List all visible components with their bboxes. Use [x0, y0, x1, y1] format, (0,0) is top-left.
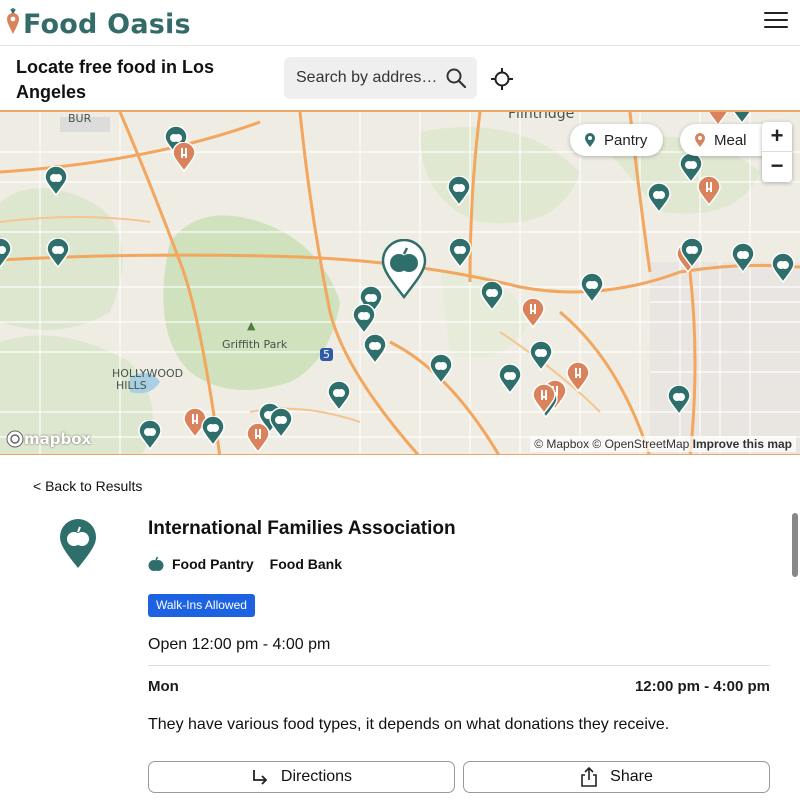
meal-marker-icon[interactable] — [532, 384, 556, 414]
pantry-marker-icon[interactable] — [680, 238, 704, 268]
pantry-marker-icon[interactable] — [498, 364, 522, 394]
map-label-bur: BUR — [68, 112, 92, 125]
logo[interactable]: Food Oasis — [6, 8, 191, 41]
pantry-marker-icon[interactable] — [771, 253, 795, 283]
improve-map-link[interactable]: Improve this map — [693, 437, 792, 451]
walk-ins-badge: Walk-Ins Allowed — [148, 594, 255, 617]
pantry-marker-icon[interactable] — [269, 408, 293, 438]
mapbox-logo[interactable]: mapbox — [6, 430, 91, 448]
freeway-shield-icon: 5 — [320, 348, 333, 361]
apple-icon — [148, 556, 164, 572]
zoom-out-button[interactable]: − — [762, 152, 792, 182]
schedule-hours: 12:00 pm - 4:00 pm — [634, 678, 770, 695]
map-attribution: © Mapbox © OpenStreetMap Improve this ma… — [530, 436, 796, 452]
meal-pin-icon — [695, 133, 705, 147]
page-headline: Locate free food in Los Angeles — [16, 57, 215, 102]
pantry-marker-icon[interactable] — [138, 420, 162, 450]
mapbox-logo-text: mapbox — [24, 430, 92, 448]
divider — [148, 665, 770, 666]
pantry-marker-icon[interactable] — [667, 385, 691, 415]
pantry-marker-icon[interactable] — [0, 238, 12, 268]
search-input[interactable] — [296, 69, 442, 87]
search-box[interactable] — [284, 57, 477, 99]
pantry-marker-icon[interactable] — [201, 416, 225, 446]
place-name: International Families Association — [148, 518, 456, 539]
category-food-bank: Food Bank — [269, 556, 343, 572]
turn-right-arrow-icon — [253, 770, 268, 785]
crosshair-locate-icon[interactable] — [490, 67, 514, 91]
pantry-marker-icon[interactable] — [529, 341, 553, 371]
category-list: Food Pantry Food Bank — [148, 556, 342, 572]
meal-marker-icon[interactable] — [246, 423, 270, 453]
map-label-hills: HILLS — [116, 379, 147, 392]
category-food-pantry: Food Pantry — [172, 556, 254, 572]
pantry-marker-icon[interactable] — [480, 281, 504, 311]
meal-marker-icon[interactable] — [566, 362, 590, 392]
pantry-marker-icon[interactable] — [447, 176, 471, 206]
back-to-results-link[interactable]: < Back to Results — [33, 478, 142, 494]
attribution-text[interactable]: © Mapbox © OpenStreetMap — [534, 437, 689, 451]
place-notes: They have various food types, it depends… — [148, 716, 670, 733]
pantry-pin-icon — [58, 519, 98, 574]
share-icon — [581, 767, 597, 787]
legend-pantry-label: Pantry — [604, 131, 648, 149]
directions-label: Directions — [280, 768, 353, 785]
logo-text: Food Oasis — [23, 9, 191, 40]
meal-marker-icon[interactable] — [697, 176, 721, 206]
pantry-marker-icon[interactable] — [731, 243, 755, 273]
pantry-marker-icon[interactable] — [730, 110, 754, 124]
carrot-pin-icon — [6, 8, 20, 41]
selected-pantry-marker-icon[interactable] — [381, 239, 427, 299]
legend-meal-label: Meal — [714, 131, 747, 149]
open-hours-status: Open 12:00 pm - 4:00 pm — [148, 636, 331, 653]
pantry-marker-icon[interactable] — [448, 238, 472, 268]
park-tree-icon: ▲ — [247, 319, 256, 332]
search-row: Locate free food in Los Angeles — [0, 46, 800, 110]
mapbox-logo-icon — [6, 430, 24, 448]
top-bar: Food Oasis — [0, 0, 800, 46]
search-icon[interactable] — [445, 67, 467, 89]
legend-pantry[interactable]: Pantry — [570, 124, 664, 156]
map-label-griffith-park: Griffith Park — [222, 338, 288, 351]
pantry-marker-icon[interactable] — [580, 273, 604, 303]
scrollbar-thumb[interactable] — [792, 513, 798, 577]
zoom-control: + − — [762, 122, 792, 182]
pantry-marker-icon[interactable] — [46, 238, 70, 268]
map[interactable]: BUR Flintridge Griffith Park HOLLYWOOD H… — [0, 110, 800, 455]
pantry-marker-icon[interactable] — [352, 304, 376, 334]
pantry-pin-icon — [585, 133, 595, 147]
pantry-marker-icon[interactable] — [429, 354, 453, 384]
share-button[interactable]: Share — [463, 761, 770, 793]
schedule-day: Mon — [148, 678, 179, 695]
map-label-flintridge: Flintridge — [508, 110, 575, 122]
hamburger-menu-icon[interactable] — [764, 12, 788, 32]
share-label: Share — [610, 768, 653, 785]
directions-button[interactable]: Directions — [148, 761, 455, 793]
zoom-in-button[interactable]: + — [762, 122, 792, 152]
meal-marker-icon[interactable] — [172, 142, 196, 172]
pantry-marker-icon[interactable] — [44, 166, 68, 196]
pantry-marker-icon[interactable] — [363, 334, 387, 364]
meal-marker-icon[interactable] — [521, 298, 545, 328]
pantry-marker-icon[interactable] — [647, 183, 671, 213]
pantry-marker-icon[interactable] — [327, 381, 351, 411]
